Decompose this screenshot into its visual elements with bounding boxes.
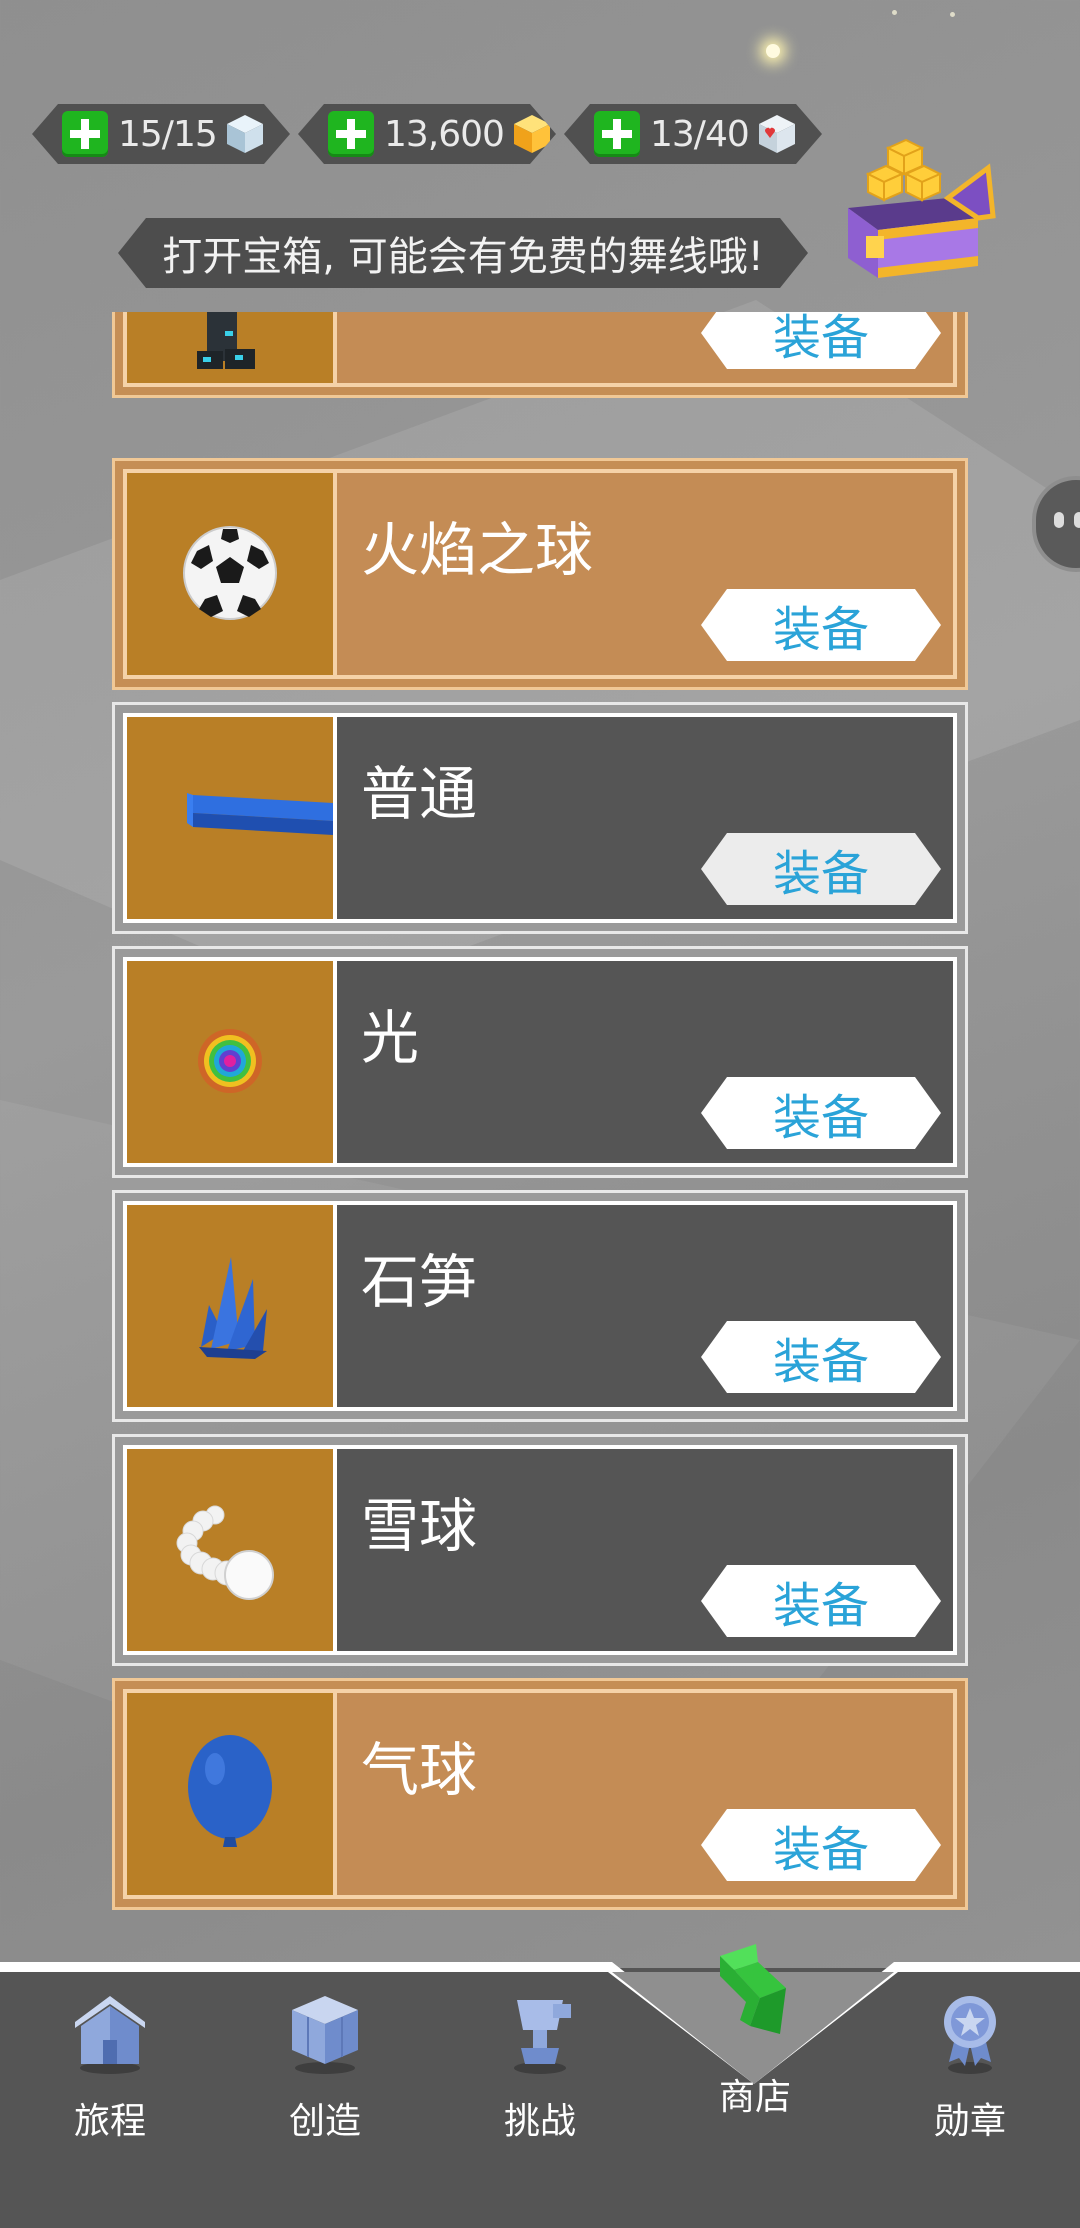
tip-banner: 打开宝箱, 可能会有免费的舞线哦!	[118, 218, 808, 288]
list-item[interactable]: 普通 装备	[112, 702, 968, 934]
snowball-icon	[176, 1505, 274, 1600]
lives-counter: 15/15	[32, 104, 290, 164]
sparkle	[892, 10, 897, 15]
equip-button[interactable]: 装备	[701, 1809, 941, 1881]
list-item[interactable]: 装备	[112, 312, 968, 398]
item-thumbnail	[127, 1693, 337, 1895]
lives-value: 15/15	[118, 113, 217, 155]
cube-build-icon	[292, 1996, 358, 2074]
blue-line-icon	[187, 793, 333, 835]
item-thumbnail	[127, 1449, 337, 1651]
tab-shop-label: 商店	[718, 2077, 791, 2118]
tab-challenge-label: 挑战	[503, 2101, 576, 2142]
equip-button[interactable]: 装备	[701, 1321, 941, 1393]
gems-value: 13,600	[384, 113, 504, 155]
list-item[interactable]: 光 装备	[112, 946, 968, 1178]
ice-cube-icon	[223, 112, 267, 156]
item-name: 火焰之球	[361, 516, 594, 584]
medal-icon	[944, 1996, 996, 2074]
tab-shop[interactable]: 商店	[675, 1936, 835, 2120]
item-thumbnail	[127, 312, 337, 383]
add-lives-button[interactable]	[62, 111, 108, 157]
tab-medals[interactable]: 勋章	[890, 1988, 1050, 2144]
hearts-value: 13/40	[650, 113, 749, 155]
crystal-icon	[199, 1257, 267, 1359]
hearts-counter: 13/40	[564, 104, 822, 164]
item-list[interactable]: 装备 火焰之球 装备 普通 装备 光 装备 石笋 装备 雪球 装备 气球 装备	[112, 312, 968, 1912]
item-name: 普通	[361, 760, 478, 828]
item-name: 雪球	[361, 1492, 478, 1560]
list-item[interactable]: 气球 装备	[112, 1678, 968, 1910]
tab-challenge[interactable]: 挑战	[460, 1988, 620, 2144]
rainbow-light-icon	[198, 1029, 262, 1093]
item-thumbnail	[127, 473, 337, 675]
trophy-icon	[514, 2000, 571, 2074]
tab-medals-label: 勋章	[933, 2101, 1006, 2142]
equip-button[interactable]: 装备	[701, 312, 941, 369]
tab-create[interactable]: 创造	[245, 1988, 405, 2144]
shop-bolt-icon	[720, 1944, 786, 2034]
robot-icon	[197, 312, 255, 369]
soccer-ball-icon	[183, 526, 277, 620]
tab-journey-label: 旅程	[73, 2101, 146, 2142]
tab-journey[interactable]: 旅程	[30, 1988, 190, 2144]
equip-button[interactable]: 装备	[701, 1077, 941, 1149]
item-name: 光	[361, 1004, 420, 1072]
house-icon	[75, 1996, 145, 2074]
list-item[interactable]: 石笋 装备	[112, 1190, 968, 1422]
equip-button[interactable]: 装备	[701, 589, 941, 661]
item-name: 石笋	[361, 1248, 478, 1316]
equip-button[interactable]: 装备	[701, 833, 941, 905]
add-hearts-button[interactable]	[594, 111, 640, 157]
equip-button[interactable]: 装备	[701, 1565, 941, 1637]
item-thumbnail	[127, 1205, 337, 1407]
balloon-icon	[188, 1735, 272, 1847]
add-gems-button[interactable]	[328, 111, 374, 157]
item-name: 气球	[361, 1736, 478, 1804]
sparkle	[950, 12, 955, 17]
heart-cube-icon	[755, 112, 799, 156]
sparkle	[766, 44, 780, 58]
list-item[interactable]: 火焰之球 装备	[112, 458, 968, 690]
treasure-chest-icon[interactable]	[828, 128, 998, 288]
list-item[interactable]: 雪球 装备	[112, 1434, 968, 1666]
item-thumbnail	[127, 961, 337, 1163]
item-thumbnail	[127, 717, 337, 919]
gold-cube-icon	[510, 112, 554, 156]
tab-create-label: 创造	[288, 2101, 361, 2142]
gems-counter: 13,600	[298, 104, 556, 164]
